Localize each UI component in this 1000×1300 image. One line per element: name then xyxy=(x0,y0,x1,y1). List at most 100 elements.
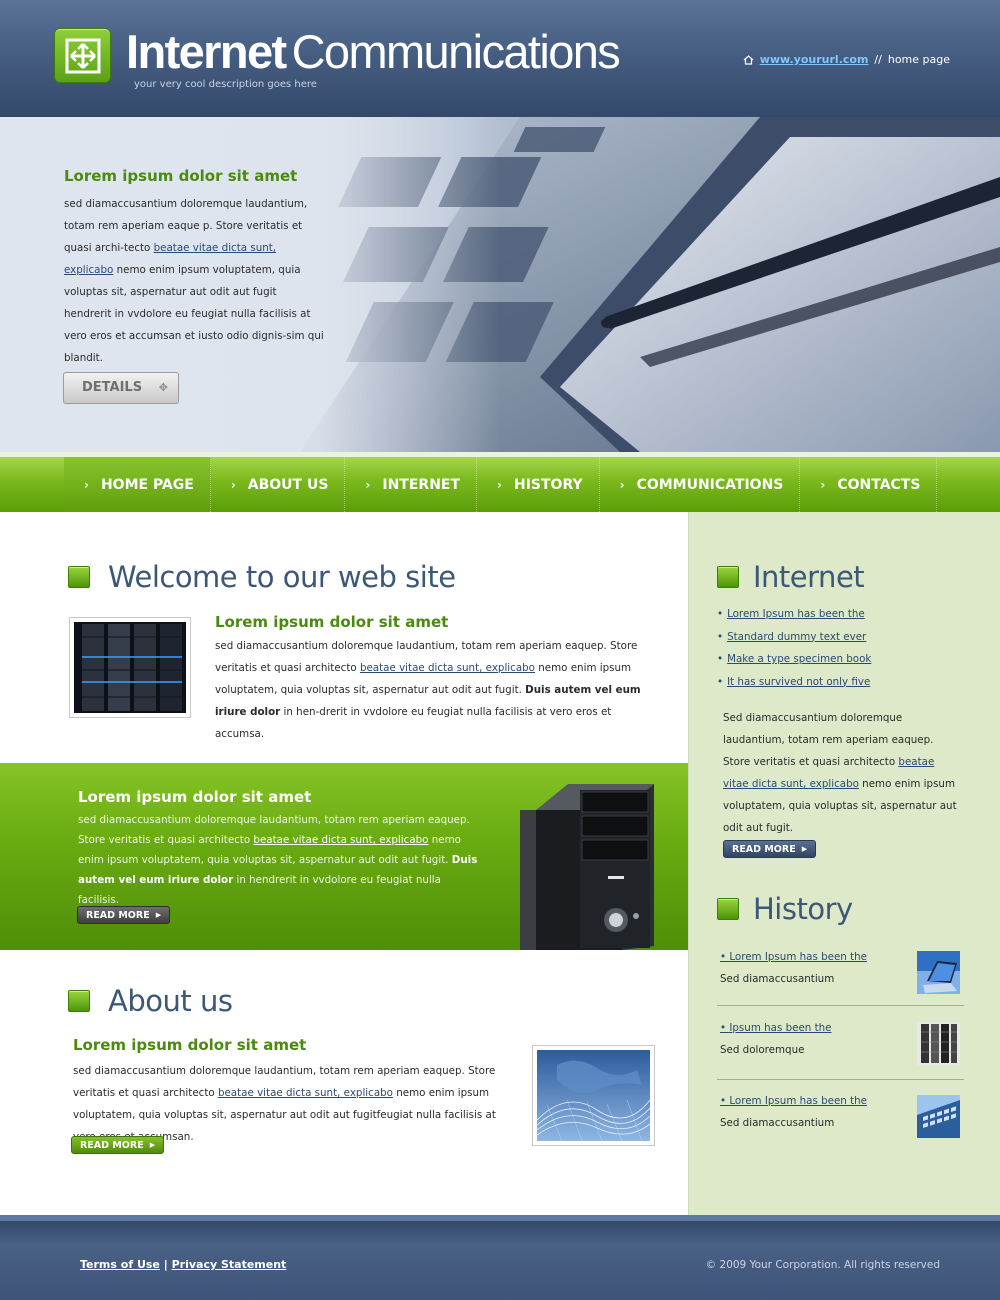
hero-body-text-end: nemo enim ipsum voluptatem, quia volupta… xyxy=(64,264,324,364)
read-more-label: READ MORE xyxy=(86,909,150,921)
copyright-text: © 2009 Your Corporation. All rights rese… xyxy=(705,1259,940,1271)
history-link[interactable]: • Lorem Ipsum has been the xyxy=(720,1095,867,1107)
internet-link[interactable]: Lorem Ipsum has been the xyxy=(727,608,865,620)
history-item: • Ipsum has been the Sed doloremque xyxy=(717,1022,964,1092)
top-nav: www.yoururl.com // home page xyxy=(743,53,950,66)
chevron-right-icon: › xyxy=(84,477,89,492)
main-nav: › HOME PAGE › ABOUT US › INTERNET › HISTORY … xyxy=(0,452,1000,512)
nav-item-about-us[interactable]: › ABOUT US xyxy=(211,457,346,512)
current-page-label: home page xyxy=(887,53,950,66)
bullet-icon: • xyxy=(717,653,724,665)
history-link-label: Lorem Ipsum has been the xyxy=(729,1095,868,1107)
hero-text: Lorem ipsum dolor sit amet sed diamaccus… xyxy=(64,167,326,369)
bullet-icon: • xyxy=(717,630,724,643)
logo-title-bold: Internet xyxy=(126,25,287,78)
promo-body-link[interactable]: beatae vitae dicta sunt, explicabo xyxy=(253,834,428,846)
promo-text: Lorem ipsum dolor sit amet sed diamaccus… xyxy=(78,788,478,910)
nav-item-label: ABOUT US xyxy=(247,476,329,493)
hero-body: sed diamaccusantium doloremque laudantiu… xyxy=(64,193,326,369)
sidebar-internet-heading-row: Internet xyxy=(717,560,865,594)
chevron-right-icon: › xyxy=(230,477,236,492)
history-link-label: Lorem Ipsum has been the xyxy=(729,951,868,963)
nav-item-label: INTERNET xyxy=(382,476,461,493)
green-square-icon xyxy=(68,990,90,1012)
internet-body: Sed diamaccusantium doloremque laudantiu… xyxy=(723,707,963,839)
site-description: your very cool description goes here xyxy=(134,79,317,90)
history-item: • Lorem Ipsum has been the Sed diamaccus… xyxy=(717,1095,964,1165)
hero-banner: Lorem ipsum dolor sit amet sed diamaccus… xyxy=(0,117,1000,452)
footer-divider: | xyxy=(163,1258,168,1271)
welcome-heading-row: Welcome to our web site xyxy=(68,560,668,594)
site-url-link[interactable]: www.yoururl.com xyxy=(760,53,869,66)
site-header: Internet Communications your very cool de… xyxy=(0,0,1000,117)
chevron-right-icon: › xyxy=(365,477,371,492)
internet-link-list: • Lorem Ipsum has been the • Standard dumm… xyxy=(717,603,871,693)
internet-read-more-button[interactable]: READ MORE ▶ xyxy=(723,840,817,858)
list-item: • Lorem Ipsum has been the xyxy=(717,603,871,626)
about-body: sed diamaccusantium doloremque laudantiu… xyxy=(73,1060,513,1148)
chevron-right-icon: › xyxy=(820,477,826,492)
home-icon[interactable] xyxy=(743,54,754,65)
internet-link[interactable]: Standard dummy text ever xyxy=(727,631,866,643)
nav-item-label: COMMUNICATIONS xyxy=(636,476,784,493)
nav-item-internet[interactable]: › INTERNET xyxy=(345,457,478,512)
plus-icon: ✥ xyxy=(158,381,168,394)
divider xyxy=(717,1005,964,1006)
server-thumbnail[interactable] xyxy=(917,1022,960,1065)
list-item: • Make a type specimen book xyxy=(717,648,871,671)
bullet-icon: • xyxy=(717,675,724,688)
list-item: • It has survived not only five xyxy=(717,671,871,694)
welcome-subtitle: Lorem ipsum dolor sit amet xyxy=(215,613,449,631)
green-square-icon xyxy=(68,566,90,588)
world-map-image xyxy=(532,1045,655,1146)
sidebar-history-heading-row: History xyxy=(717,892,853,926)
promo-body: sed diamaccusantium doloremque laudantiu… xyxy=(78,810,478,910)
nav-item-label: HOME PAGE xyxy=(100,476,194,493)
privacy-statement-link[interactable]: Privacy Statement xyxy=(172,1258,287,1271)
chevron-right-icon: › xyxy=(497,477,502,492)
details-button-label: DETAILS xyxy=(82,380,143,395)
promo-read-more-button[interactable]: READ MORE ▶ xyxy=(77,906,171,924)
nav-item-home-page[interactable]: › HOME PAGE xyxy=(64,457,211,512)
about-heading: About us xyxy=(108,984,233,1018)
server-rack-image xyxy=(69,617,191,718)
logo-icon[interactable] xyxy=(54,28,111,83)
history-link-label: Ipsum has been the xyxy=(729,1022,832,1034)
welcome-text: Lorem ipsum dolor sit amet sed diamaccus… xyxy=(215,613,650,745)
internet-link[interactable]: It has survived not only five xyxy=(727,676,870,688)
computer-tower-image xyxy=(520,784,654,950)
details-button[interactable]: DETAILS ✥ xyxy=(63,372,179,404)
nav-item-label: HISTORY xyxy=(513,476,583,493)
topnav-separator: // xyxy=(874,53,882,66)
welcome-heading: Welcome to our web site xyxy=(108,560,456,594)
about-text: Lorem ipsum dolor sit amet sed diamaccus… xyxy=(73,1036,513,1148)
hero-title: Lorem ipsum dolor sit amet xyxy=(64,167,298,185)
about-heading-row: About us xyxy=(68,984,233,1018)
logo-title-light: Communications xyxy=(291,25,621,78)
divider xyxy=(717,1079,964,1080)
terms-of-use-link[interactable]: Terms of Use xyxy=(80,1258,160,1271)
about-read-more-button[interactable]: READ MORE ▶ xyxy=(71,1136,165,1154)
about-subtitle: Lorem ipsum dolor sit amet xyxy=(73,1036,307,1054)
read-more-label: READ MORE xyxy=(80,1139,144,1151)
chevron-right-icon: › xyxy=(619,477,625,492)
history-subtext: Sed diamaccusantium xyxy=(720,1117,835,1129)
promo-title: Lorem ipsum dolor sit amet xyxy=(78,788,312,806)
internet-link[interactable]: Make a type specimen book xyxy=(727,653,871,665)
history-link[interactable]: • Ipsum has been the xyxy=(720,1022,832,1034)
sidebar-history-heading: History xyxy=(753,892,853,926)
site-footer: Terms of Use | Privacy Statement © 2009 … xyxy=(0,1215,1000,1300)
about-body-link[interactable]: beatae vitae dicta sunt, explicabo xyxy=(218,1087,393,1099)
arrow-right-icon: ▶ xyxy=(149,1141,156,1149)
welcome-body-link[interactable]: beatae vitae dicta sunt, explicabo xyxy=(360,662,535,674)
welcome-body: sed diamaccusantium doloremque laudantiu… xyxy=(215,635,650,745)
logo-title[interactable]: Internet Communications xyxy=(126,25,621,78)
nav-item-history[interactable]: › HISTORY xyxy=(477,457,600,512)
nav-item-communications[interactable]: › COMMUNICATIONS xyxy=(600,457,801,512)
laptop-thumbnail[interactable] xyxy=(917,951,960,994)
keyboard-thumbnail[interactable] xyxy=(917,1095,960,1138)
green-square-icon xyxy=(717,898,739,920)
history-subtext: Sed doloremque xyxy=(720,1044,805,1056)
nav-item-contacts[interactable]: › CONTACTS xyxy=(800,457,938,512)
history-link[interactable]: • Lorem Ipsum has been the xyxy=(720,951,867,963)
